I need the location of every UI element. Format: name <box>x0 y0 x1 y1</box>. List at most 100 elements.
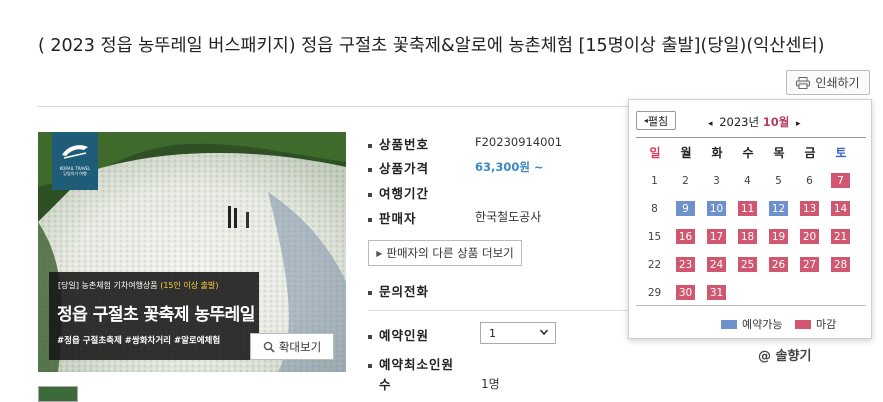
calendar-day: 1 <box>651 174 658 187</box>
calendar-day: 29 <box>647 286 662 299</box>
calendar-day: 5 <box>775 174 782 187</box>
product-price-label: 상품가격 <box>368 158 429 177</box>
banner-hashtags: #정읍 구절초축제 #쌍화차거리 #알로에체험 <box>57 336 221 346</box>
bullet <box>368 192 372 197</box>
weekday-header: 일 <box>649 146 661 160</box>
calendar-day-closed: 19 <box>769 229 788 244</box>
calendar-expand-label: 펼침 <box>647 114 669 128</box>
legend-available-label: 예약가능 <box>742 318 783 331</box>
calendar-day-closed: 13 <box>800 201 819 216</box>
product-image: KORAIL TRAVEL 당일치기 여행 [당일] 농촌체험 기차여행상품 (… <box>38 132 346 372</box>
product-price-value: 63,300원 ~ <box>475 160 544 174</box>
prev-month-icon[interactable]: ◂ <box>705 119 716 129</box>
zoom-button[interactable]: 확대보기 <box>250 333 334 360</box>
weekday-header: 화 <box>711 146 723 160</box>
calendar-day-closed: 20 <box>800 229 819 244</box>
thumbnail-image[interactable] <box>38 386 78 402</box>
print-label: 인쇄하기 <box>815 76 860 90</box>
print-button[interactable]: 인쇄하기 <box>786 70 870 95</box>
triangle-right-icon: ▶ <box>376 248 383 258</box>
banner-highlight: (15인 이상 출발) <box>160 281 219 290</box>
calendar-year: 2023년 <box>719 115 760 129</box>
logo-subtext: 당일치기 여행 <box>63 171 87 176</box>
zoom-label: 확대보기 <box>278 339 322 354</box>
min-reserve-label: 예약최소인원 <box>368 354 454 373</box>
legend-closed-label: 마감 <box>816 318 837 331</box>
calendar-day-closed: 23 <box>676 257 695 272</box>
banner-subtitle: [당일] 농촌체험 기차여행상품 (15인 이상 출발) <box>58 280 219 291</box>
legend-available: 예약가능 <box>721 316 782 332</box>
inquiry-phone-label: 문의전화 <box>368 281 429 300</box>
product-code-label: 상품번호 <box>368 134 429 153</box>
banner-prefix: [당일] 농촌체험 기차여행상품 <box>58 281 158 290</box>
reserve-count-value: 1 <box>489 326 496 340</box>
calendar-day-available[interactable]: 12 <box>769 201 788 216</box>
bullet <box>368 334 372 339</box>
seller-label: 판매자 <box>368 208 417 227</box>
calendar-day-closed: 16 <box>676 229 695 244</box>
calendar-day: 8 <box>651 202 658 215</box>
bullet <box>368 143 372 148</box>
calendar-day-closed: 25 <box>738 257 757 272</box>
calendar-day-closed: 30 <box>676 285 695 300</box>
calendar-day: 6 <box>806 174 813 187</box>
watermark: @ 솔향기 <box>758 349 812 364</box>
printer-icon <box>796 76 811 89</box>
bullet <box>368 290 372 295</box>
calendar-month: 10월 <box>762 115 790 129</box>
reservation-calendar: ◂ 펼침 ◂ 2023년 10월 ▸ 일 월 화 수 목 금 토 1 2 3 4 5 6 7 8 9 10 11 12… <box>628 99 872 339</box>
legend-closed: 마감 <box>795 316 836 332</box>
product-code-value: F20230914001 <box>475 135 563 149</box>
calendar-divider <box>636 137 866 138</box>
calendar-expand-button[interactable]: ◂ 펼침 <box>636 111 676 130</box>
banner-title: 정읍 구절초 꽃축제 농뚜레일 <box>57 305 255 325</box>
reserve-count-label: 예약인원 <box>368 325 429 344</box>
weekday-header: 목 <box>773 146 785 160</box>
calendar-day-closed: 14 <box>831 201 850 216</box>
seller-button-label: 판매자의 다른 상품 더보기 <box>386 246 514 260</box>
reserve-count-select[interactable]: 1 <box>480 322 556 344</box>
min-reserve-label-cont: 수 <box>379 377 392 392</box>
weekday-header: 수 <box>742 146 754 160</box>
weekday-header: 월 <box>680 146 692 160</box>
calendar-month-nav: ◂ 2023년 10월 ▸ <box>705 114 803 130</box>
calendar-day-closed: 24 <box>707 257 726 272</box>
train-logo-icon <box>62 145 88 159</box>
bullet <box>368 217 372 222</box>
weekday-header: 금 <box>804 146 816 160</box>
info-divider <box>368 310 628 311</box>
bullet <box>368 363 372 368</box>
next-month-icon[interactable]: ▸ <box>793 119 804 129</box>
seller-more-products-button[interactable]: ▶ 판매자의 다른 상품 더보기 <box>368 240 522 266</box>
korail-travel-logo: KORAIL TRAVEL 당일치기 여행 <box>52 132 98 190</box>
calendar-day: 4 <box>744 174 751 187</box>
magnifier-icon <box>263 341 275 353</box>
calendar-day-closed: 11 <box>738 201 757 216</box>
calendar-day: 15 <box>647 230 662 243</box>
calendar-day-closed: 28 <box>831 257 850 272</box>
weekday-header: 토 <box>835 146 847 160</box>
seller-value: 한국철도공사 <box>475 210 542 224</box>
travel-period-label: 여행기간 <box>368 183 429 202</box>
calendar-day-closed: 21 <box>831 229 850 244</box>
calendar-legend-divider <box>636 305 866 306</box>
bullet <box>368 167 372 172</box>
calendar-day-closed: 17 <box>707 229 726 244</box>
calendar-day: 3 <box>713 174 720 187</box>
image-banner: [당일] 농촌체험 기차여행상품 (15인 이상 출발) 정읍 구절초 꽃축제 … <box>49 272 259 360</box>
calendar-day-closed: 26 <box>769 257 788 272</box>
title-divider <box>38 106 628 107</box>
calendar-day-closed: 31 <box>707 285 726 300</box>
calendar-day-available[interactable]: 10 <box>707 201 726 216</box>
legend-available-swatch <box>721 319 737 329</box>
product-title: ( 2023 정읍 농뚜레일 버스패키지) 정읍 구절초 꽃축제&알로에 농촌체… <box>38 36 825 56</box>
calendar-day-available[interactable]: 9 <box>676 201 695 216</box>
chevron-down-icon <box>539 327 549 340</box>
calendar-day-closed: 7 <box>831 173 850 188</box>
calendar-day: 22 <box>647 258 662 271</box>
min-reserve-value: 1명 <box>481 377 500 391</box>
calendar-day: 2 <box>682 174 689 187</box>
calendar-day-closed: 18 <box>738 229 757 244</box>
calendar-day-closed: 27 <box>800 257 819 272</box>
legend-closed-swatch <box>795 319 811 329</box>
